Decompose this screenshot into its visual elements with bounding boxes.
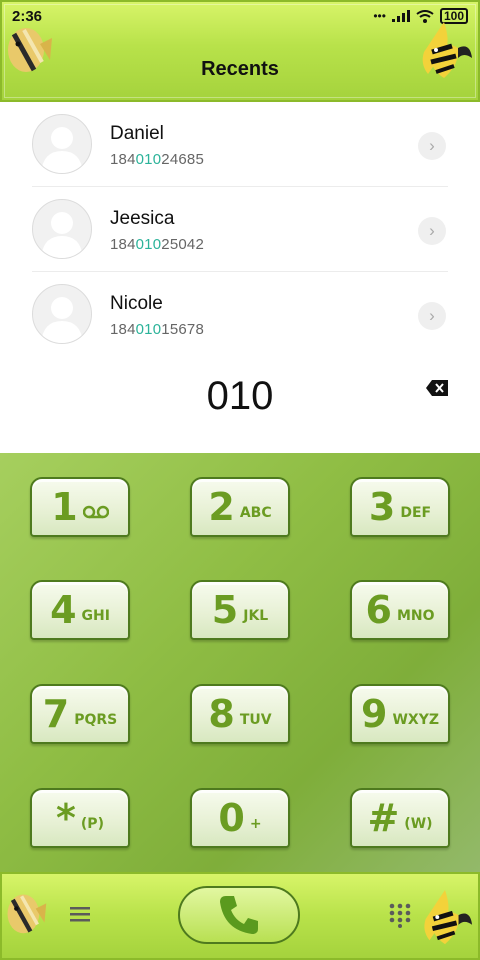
contact-name: Jeesica [110, 208, 175, 229]
key-9[interactable]: 9 WXYZ [350, 684, 450, 744]
dialed-number[interactable]: 010 [0, 374, 480, 419]
contact-name: Nicole [110, 293, 163, 314]
more-dots-icon: ••• [373, 9, 386, 23]
dial-entry: 010 [0, 360, 480, 450]
dialpad-icon[interactable] [388, 902, 412, 928]
key-0[interactable]: 0 + [190, 788, 290, 848]
avatar [32, 114, 92, 174]
key-2[interactable]: 2 ABC [190, 477, 290, 537]
key-1[interactable]: 1 [30, 477, 130, 537]
contact-name: Daniel [110, 123, 164, 144]
chevron-right-icon[interactable]: › [418, 217, 446, 245]
recents-list: Daniel 18401024685 › Jeesica 18401025042… [0, 102, 480, 357]
contact-number: 18401015678 [110, 321, 204, 338]
contact-number: 18401024685 [110, 151, 204, 168]
chevron-right-icon[interactable]: › [418, 132, 446, 160]
fish-decoration-icon [7, 894, 47, 934]
bottom-bar [0, 872, 480, 960]
call-button[interactable] [178, 886, 300, 944]
dial-keypad: 1 2 ABC 3 DEF 4 GHI 5 JKL 6 MNO 7 PQRS 8 TUV 9W… [0, 453, 480, 872]
signal-icon [391, 10, 410, 22]
person-placeholder-icon [41, 212, 83, 258]
key-4[interactable]: 4 GHI [30, 580, 130, 640]
status-bar: 2:36 ••• 100 [0, 0, 480, 30]
avatar [32, 199, 92, 259]
key-8[interactable]: 8 TUV [190, 684, 290, 744]
contact-row[interactable]: Daniel 18401024685 › [0, 102, 480, 187]
fish-decoration-icon [424, 890, 473, 945]
contact-row[interactable]: Nicole 18401015678 › [0, 272, 480, 357]
person-placeholder-icon [41, 297, 83, 343]
key-7[interactable]: 7 PQRS [30, 684, 130, 744]
voicemail-icon [82, 505, 109, 519]
key-3[interactable]: 3 DEF [350, 477, 450, 537]
top-bar: 2:36 ••• 100 Recents [0, 0, 480, 102]
menu-icon[interactable] [68, 904, 92, 924]
contact-number: 18401025042 [110, 236, 204, 253]
chevron-right-icon[interactable]: › [418, 302, 446, 330]
key-6[interactable]: 6 MNO [350, 580, 450, 640]
person-placeholder-icon [41, 127, 83, 173]
key-star[interactable]: * (P) [30, 788, 130, 848]
phone-icon [220, 896, 258, 934]
page-title: Recents [201, 58, 279, 80]
key-hash[interactable]: # (W) [350, 788, 450, 848]
backspace-icon[interactable] [426, 380, 448, 396]
key-5[interactable]: 5 JKL [190, 580, 290, 640]
contact-row[interactable]: Jeesica 18401025042 › [0, 187, 480, 272]
avatar [32, 284, 92, 344]
